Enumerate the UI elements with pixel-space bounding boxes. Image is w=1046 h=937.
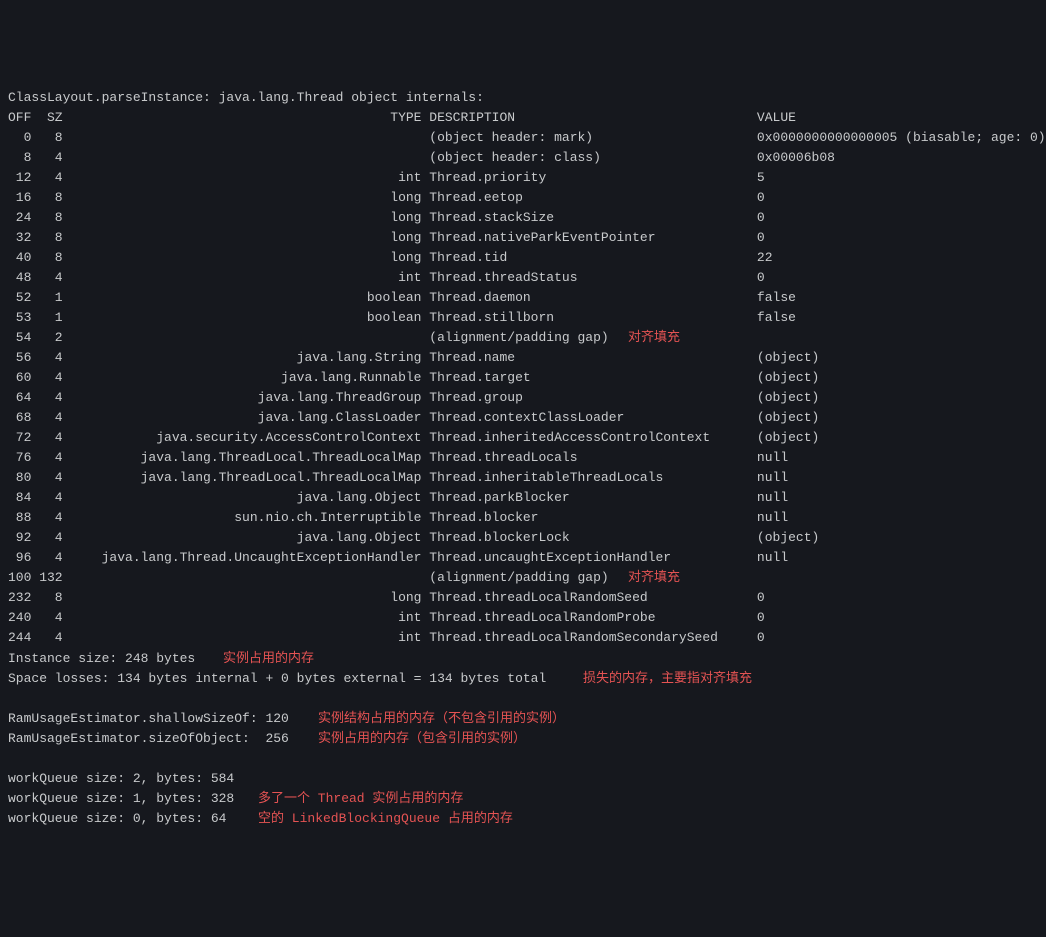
table-row: 54 2 (alignment/padding gap) 对齐填充 bbox=[8, 328, 1038, 348]
footer-line: workQueue size: 1, bytes: 328多了一个 Thread… bbox=[8, 789, 1038, 809]
table-row: 80 4 java.lang.ThreadLocal.ThreadLocalMa… bbox=[8, 468, 1038, 488]
console-output: ClassLayout.parseInstance: java.lang.Thr… bbox=[8, 88, 1038, 829]
table-row: 40 8 long Thread.tid 22 bbox=[8, 248, 1038, 268]
annotation: 多了一个 Thread 实例占用的内存 bbox=[258, 789, 463, 809]
table-row: 232 8 long Thread.threadLocalRandomSeed … bbox=[8, 588, 1038, 608]
annotation: 实例占用的内存 bbox=[223, 649, 314, 669]
table-row: 32 8 long Thread.nativeParkEventPointer … bbox=[8, 228, 1038, 248]
footer-line: RamUsageEstimator.sizeOfObject: 256实例占用的… bbox=[8, 729, 1038, 749]
annotation: 损失的内存，主要指对齐填充 bbox=[583, 669, 752, 689]
table-row: 0 8 (object header: mark) 0x000000000000… bbox=[8, 128, 1038, 148]
footer-line: RamUsageEstimator.shallowSizeOf: 120实例结构… bbox=[8, 709, 1038, 729]
table-row: 92 4 java.lang.Object Thread.blockerLock… bbox=[8, 528, 1038, 548]
table-header: OFF SZ TYPE DESCRIPTION VALUE bbox=[8, 108, 1038, 128]
table-row: 56 4 java.lang.String Thread.name (objec… bbox=[8, 348, 1038, 368]
table-row: 96 4 java.lang.Thread.UncaughtExceptionH… bbox=[8, 548, 1038, 568]
table-row: 8 4 (object header: class) 0x00006b08 bbox=[8, 148, 1038, 168]
annotation: 实例结构占用的内存（不包含引用的实例） bbox=[318, 709, 565, 729]
footer-line bbox=[8, 749, 1038, 769]
table-row: 68 4 java.lang.ClassLoader Thread.contex… bbox=[8, 408, 1038, 428]
table-row: 244 4 int Thread.threadLocalRandomSecond… bbox=[8, 628, 1038, 648]
annotation: 空的 LinkedBlockingQueue 占用的内存 bbox=[258, 809, 513, 829]
table-row: 72 4 java.security.AccessControlContext … bbox=[8, 428, 1038, 448]
footer-line: Space losses: 134 bytes internal + 0 byt… bbox=[8, 669, 1038, 689]
footer-line: Instance size: 248 bytes实例占用的内存 bbox=[8, 649, 1038, 669]
table-row: 52 1 boolean Thread.daemon false bbox=[8, 288, 1038, 308]
table-row: 12 4 int Thread.priority 5 bbox=[8, 168, 1038, 188]
footer-line bbox=[8, 689, 1038, 709]
table-row: 60 4 java.lang.Runnable Thread.target (o… bbox=[8, 368, 1038, 388]
table-row: 48 4 int Thread.threadStatus 0 bbox=[8, 268, 1038, 288]
annotation: 对齐填充 bbox=[628, 568, 680, 588]
footer-line: workQueue size: 0, bytes: 64空的 LinkedBlo… bbox=[8, 809, 1038, 829]
annotation: 对齐填充 bbox=[628, 328, 680, 348]
table-row: 76 4 java.lang.ThreadLocal.ThreadLocalMa… bbox=[8, 448, 1038, 468]
table-row: 16 8 long Thread.eetop 0 bbox=[8, 188, 1038, 208]
footer-line: workQueue size: 2, bytes: 584 bbox=[8, 769, 1038, 789]
annotation: 实例占用的内存（包含引用的实例） bbox=[318, 729, 526, 749]
table-row: 84 4 java.lang.Object Thread.parkBlocker… bbox=[8, 488, 1038, 508]
title-line: ClassLayout.parseInstance: java.lang.Thr… bbox=[8, 88, 1038, 108]
table-row: 53 1 boolean Thread.stillborn false bbox=[8, 308, 1038, 328]
table-row: 64 4 java.lang.ThreadGroup Thread.group … bbox=[8, 388, 1038, 408]
table-row: 24 8 long Thread.stackSize 0 bbox=[8, 208, 1038, 228]
table-row: 88 4 sun.nio.ch.Interruptible Thread.blo… bbox=[8, 508, 1038, 528]
table-row: 240 4 int Thread.threadLocalRandomProbe … bbox=[8, 608, 1038, 628]
table-row: 100 132 (alignment/padding gap) 对齐填充 bbox=[8, 568, 1038, 588]
